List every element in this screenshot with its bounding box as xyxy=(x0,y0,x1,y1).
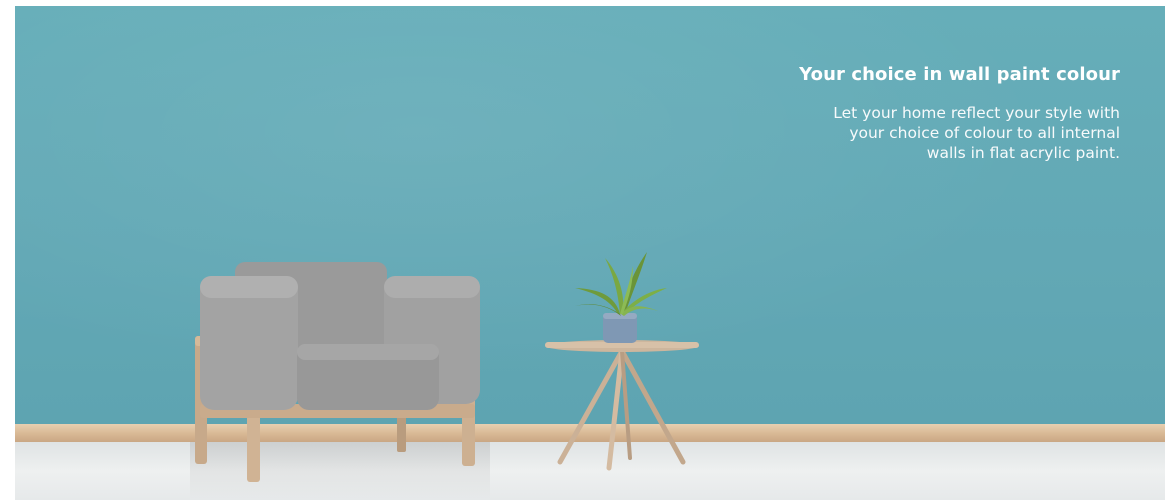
hero-title: Your choice in wall paint colour xyxy=(799,64,1120,85)
hero-description: Let your home reflect your style with yo… xyxy=(700,103,1120,163)
hero-description-line: walls in flat acrylic paint. xyxy=(926,144,1120,162)
potted-plant-illustration xyxy=(575,252,667,343)
armchair-illustration xyxy=(195,262,480,482)
hero-banner: Your choice in wall paint colour Let you… xyxy=(15,6,1165,500)
hero-description-line: your choice of colour to all internal xyxy=(849,124,1120,142)
hero-copy: Your choice in wall paint colour Let you… xyxy=(700,64,1120,163)
hero-description-line: Let your home reflect your style with xyxy=(833,104,1120,122)
side-table-illustration xyxy=(545,340,699,471)
